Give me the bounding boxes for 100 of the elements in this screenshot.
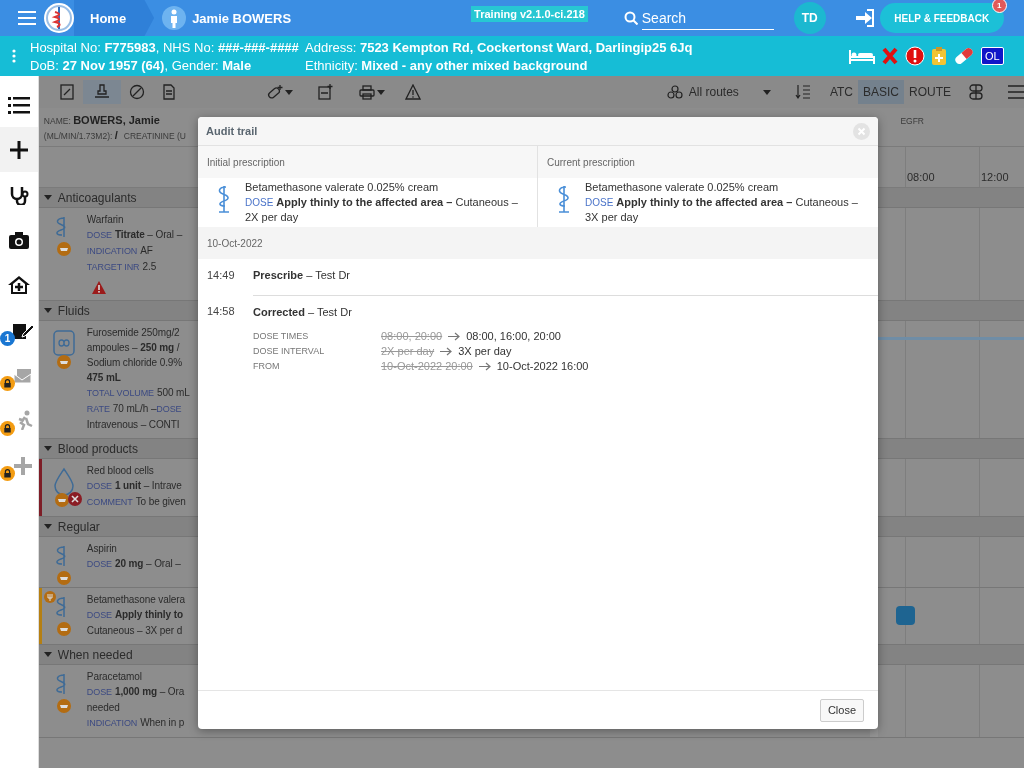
- section-title: Anticoagulants: [57, 190, 137, 205]
- event-title: Prescribe – Test Dr: [253, 269, 352, 281]
- medication-text: DOSE 1,000 mg – Ora: [86, 685, 185, 699]
- change-field: DOSE INTERVAL: [253, 346, 381, 356]
- new-value: 08:00, 16:00, 20:00: [466, 330, 561, 342]
- dialog-title: Audit trail: [206, 125, 258, 137]
- logo-icon: [44, 3, 74, 33]
- drug-name: Betamethasone valerate 0.025% cream: [245, 180, 440, 195]
- list-icon[interactable]: [7, 94, 30, 115]
- medication-text: DOSE 20 mg – Oral –: [86, 557, 181, 571]
- patient-info-field: EGFR: [900, 115, 924, 126]
- view-tab[interactable]: ATC: [824, 80, 858, 104]
- view-tab[interactable]: BASIC: [858, 80, 904, 104]
- medication-text: INDICATION AF: [86, 244, 153, 258]
- expand-triangle-icon[interactable]: [43, 524, 52, 529]
- menu-icon[interactable]: [18, 11, 36, 25]
- help-button[interactable]: HELP & FEEDBACK 1: [879, 3, 1004, 33]
- document-icon: [160, 84, 177, 100]
- expand-triangle-icon[interactable]: [43, 446, 52, 451]
- arrow-icon: [448, 331, 461, 341]
- medication-text: Cutaneous – 3X per d: [86, 624, 183, 638]
- routes-icon: [666, 84, 683, 100]
- calculator-icon[interactable]: [316, 84, 333, 100]
- event-time: 14:58: [207, 304, 236, 319]
- medication-text: TARGET INR 2.5: [86, 260, 157, 274]
- home-breadcrumb[interactable]: Home: [74, 0, 155, 36]
- medication-text: Red blood cells: [86, 464, 154, 478]
- medication-text: 475 mL: [86, 371, 121, 385]
- dose-text: DOSE Apply thinly to the affected area – Cutaneous – 2X per day: [245, 195, 519, 225]
- patient-name: Jamie BOWERS: [192, 10, 292, 26]
- caret-icon[interactable]: [284, 89, 293, 95]
- version-badge: Training v2.1.0-ci.218: [471, 6, 588, 22]
- medication-text: DOSE 1 unit – Intrave: [86, 479, 182, 493]
- patient-detail: Address: 7523 Kempton Rd, Cockertonst Ward, Darlingip25 6Jq: [305, 39, 694, 55]
- patient-info-field: (ML/MIN/1.73M2): /: [43, 128, 118, 141]
- medication-text: Betamethasone valera: [86, 593, 185, 607]
- search-icon[interactable]: [623, 11, 638, 25]
- event-time: 14:49: [207, 268, 236, 283]
- patient-detail: Hospital No: F775983, NHS No: ###-###-####: [30, 39, 300, 55]
- sort-icon[interactable]: [794, 84, 811, 100]
- house-icon[interactable]: [7, 274, 30, 295]
- medication-text: TOTAL VOLUME 500 mL: [86, 386, 190, 400]
- medication-text: ampoules – 250 mg /: [86, 341, 180, 355]
- caret-icon: [762, 89, 771, 95]
- date-heading: 10-Oct-2022: [198, 227, 878, 259]
- old-value: 2X per day: [381, 345, 435, 357]
- column-heading: Current prescription: [538, 146, 878, 178]
- clipboard-icon: [931, 46, 947, 66]
- section-title: Regular: [57, 519, 100, 534]
- camera-icon[interactable]: [7, 229, 30, 250]
- close-button[interactable]: Close: [819, 698, 864, 722]
- count-badge: 1: [0, 331, 15, 346]
- route-dropdown[interactable]: All routes: [666, 84, 777, 100]
- medication-text: Intravenous – CONTI: [86, 418, 180, 432]
- alert-icon: [905, 46, 925, 66]
- section-title: Fluids: [57, 303, 90, 318]
- medication-text: RATE 70 mL/h –DOSE: [86, 402, 183, 416]
- old-value: 10-Oct-2022 20:00: [381, 360, 473, 372]
- event-title: Corrected – Test Dr: [253, 306, 353, 318]
- medication-text: Warfarin: [86, 213, 124, 227]
- caret-icon[interactable]: [376, 89, 385, 95]
- printer-icon[interactable]: [358, 84, 375, 100]
- expand-triangle-icon[interactable]: [43, 652, 52, 657]
- view-tab[interactable]: ROUTE: [904, 80, 956, 104]
- ol-badge: OL: [981, 47, 1004, 65]
- arrow-icon: [440, 346, 453, 356]
- medication-text: Furosemide 250mg/2: [86, 326, 180, 340]
- arrow-icon: [478, 361, 491, 371]
- patient-info-field: CREATININE (U: [123, 130, 186, 141]
- medication-text: DOSE Apply thinly to: [86, 608, 183, 622]
- blocked-icon: [128, 84, 145, 100]
- medication-text: Paracetamol: [86, 670, 142, 684]
- cross-icon: [881, 46, 899, 66]
- new-value: 10-Oct-2022 16:00: [496, 360, 589, 372]
- menu-icon[interactable]: [1008, 84, 1024, 100]
- logout-icon[interactable]: [853, 9, 874, 27]
- medication-text: Sodium chloride 0.9%: [86, 356, 183, 370]
- expand-triangle-icon[interactable]: [43, 308, 52, 313]
- medication-text: COMMENT To be given: [86, 495, 186, 509]
- dose-marker[interactable]: [896, 606, 915, 625]
- edit-document-icon: [58, 84, 75, 100]
- pill-add-icon[interactable]: [266, 84, 283, 100]
- time-label: 08:00: [907, 171, 935, 183]
- user-avatar[interactable]: TD: [793, 2, 826, 34]
- section-title: Blood products: [57, 441, 138, 456]
- old-value: 08:00, 20:00: [381, 330, 443, 342]
- warning-icon[interactable]: [404, 84, 421, 100]
- lock-icon: [0, 421, 15, 436]
- plus-icon[interactable]: [7, 139, 30, 160]
- medication-text: Aspirin: [86, 542, 117, 556]
- expand-triangle-icon[interactable]: [43, 195, 52, 200]
- time-label: 12:00: [981, 171, 1009, 183]
- section-title: When needed: [57, 647, 133, 662]
- toolbar-tab[interactable]: [82, 80, 121, 104]
- lock-icon: [0, 466, 15, 481]
- search-field[interactable]: Search: [641, 6, 774, 30]
- new-value: 3X per day: [458, 345, 512, 357]
- medication-text: needed: [86, 701, 120, 715]
- medication-text: DOSE Titrate – Oral –: [86, 228, 183, 242]
- person-icon: [162, 6, 187, 30]
